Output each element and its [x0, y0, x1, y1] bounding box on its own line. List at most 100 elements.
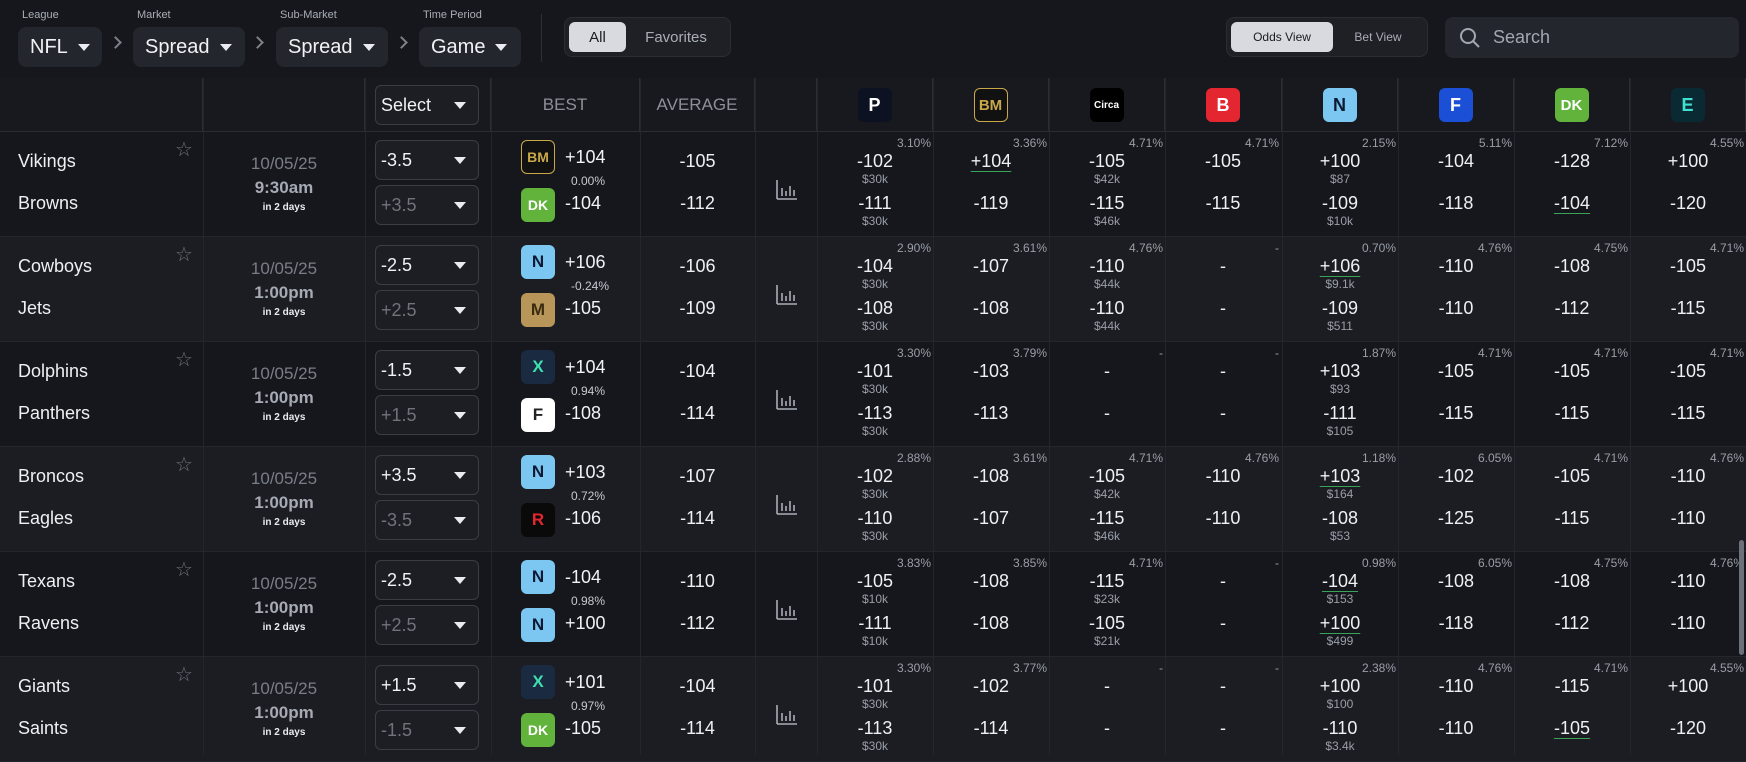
odds-cell-betmgm[interactable]: 3.79% -103 -113 [933, 342, 1049, 447]
tab-all[interactable]: All [569, 22, 626, 52]
spread-1-dropdown[interactable]: +1.5 [375, 665, 479, 705]
xbook-logo-icon[interactable]: X [521, 350, 555, 384]
odds-cell-espnbet[interactable]: 4.76% -110 -110 [1630, 447, 1746, 552]
team-1-name[interactable]: Giants [18, 676, 70, 697]
best-odds-2[interactable]: -104 [565, 193, 601, 214]
team-1-name[interactable]: Dolphins [18, 361, 88, 382]
spread-2-dropdown[interactable]: -1.5 [375, 710, 479, 750]
team-2-name[interactable]: Jets [18, 298, 51, 319]
odds-cell-circa[interactable]: 4.71% -105 $42k -115 $46k [1049, 132, 1165, 237]
odds-cell-fanduel[interactable]: 4.76% -110 -110 [1398, 237, 1514, 342]
team-2-name[interactable]: Saints [18, 718, 68, 739]
odds-cell-novig[interactable]: 2.38% +100 $100 -110 $3.4k [1282, 657, 1398, 762]
search-input[interactable]: Search [1445, 17, 1739, 58]
best-odds-2[interactable]: +100 [565, 613, 606, 634]
book-header-prizepicks[interactable]: P [817, 78, 933, 132]
spread-1-dropdown[interactable]: +3.5 [375, 455, 479, 495]
chart-icon[interactable] [776, 283, 798, 305]
team-1-name[interactable]: Broncos [18, 466, 84, 487]
team-2-name[interactable]: Eagles [18, 508, 73, 529]
spread-2-dropdown[interactable]: +2.5 [375, 290, 479, 330]
header-best[interactable]: BEST [491, 78, 640, 132]
best-odds-2[interactable]: -106 [565, 508, 601, 529]
best-odds-2[interactable]: -108 [565, 403, 601, 424]
tab-bet-view[interactable]: Bet View [1333, 22, 1423, 52]
favorite-star-icon[interactable]: ☆ [175, 662, 193, 687]
favorite-star-icon[interactable]: ☆ [175, 242, 193, 267]
book-header-espnbet[interactable]: E [1630, 78, 1746, 132]
odds-cell-draftkings[interactable]: 4.71% -105 -115 [1514, 342, 1630, 447]
odds-cell-betrivers[interactable]: - - - [1165, 237, 1281, 342]
draftkings-logo-icon[interactable]: DK [521, 713, 555, 747]
sub-market-dropdown[interactable]: Spread [276, 27, 388, 67]
odds-cell-draftkings[interactable]: 7.12% -128 -104 [1514, 132, 1630, 237]
odds-cell-espnbet[interactable]: 4.71% -105 -115 [1630, 342, 1746, 447]
chart-icon[interactable] [776, 388, 798, 410]
odds-cell-betmgm[interactable]: 3.36% +104 -119 [933, 132, 1049, 237]
book-header-betrivers[interactable]: B [1165, 78, 1282, 132]
chart-icon[interactable] [776, 178, 798, 200]
best-odds-1[interactable]: +104 [565, 357, 606, 378]
odds-cell-draftkings[interactable]: 4.75% -108 -112 [1514, 552, 1630, 657]
book-header-fanduel[interactable]: F [1398, 78, 1514, 132]
spread-2-dropdown[interactable]: +2.5 [375, 605, 479, 645]
odds-cell-fanduel[interactable]: 4.76% -110 -110 [1398, 657, 1514, 762]
book-header-circa[interactable]: Circa [1049, 78, 1165, 132]
header-average[interactable]: AVERAGE [640, 78, 755, 132]
betmgm-logo-icon[interactable]: BM [521, 140, 555, 174]
odds-cell-espnbet[interactable]: 4.76% -110 -110 [1630, 552, 1746, 657]
favorite-star-icon[interactable]: ☆ [175, 137, 193, 162]
novig-logo-icon[interactable]: N [521, 560, 555, 594]
whitebook-logo-icon[interactable]: F [521, 398, 555, 432]
spread-1-dropdown[interactable]: -3.5 [375, 140, 479, 180]
xbook-logo-icon[interactable]: X [521, 665, 555, 699]
spread-1-dropdown[interactable]: -2.5 [375, 560, 479, 600]
novig-logo-icon[interactable]: N [521, 245, 555, 279]
book-header-draftkings[interactable]: DK [1514, 78, 1630, 132]
mgmlion-logo-icon[interactable]: M [521, 293, 555, 327]
odds-cell-betrivers[interactable]: - - - [1165, 552, 1281, 657]
odds-cell-espnbet[interactable]: 4.55% +100 -120 [1630, 657, 1746, 762]
team-2-name[interactable]: Ravens [18, 613, 79, 634]
best-odds-1[interactable]: -104 [565, 567, 601, 588]
draftkings-logo-icon[interactable]: DK [521, 188, 555, 222]
team-2-name[interactable]: Panthers [18, 403, 90, 424]
select-dropdown[interactable]: Select [375, 85, 479, 125]
favorite-star-icon[interactable]: ☆ [175, 557, 193, 582]
odds-cell-espnbet[interactable]: 4.71% -105 -115 [1630, 237, 1746, 342]
odds-cell-betmgm[interactable]: 3.61% -108 -107 [933, 447, 1049, 552]
market-dropdown[interactable]: Spread [133, 27, 245, 67]
team-2-name[interactable]: Browns [18, 193, 78, 214]
odds-cell-betrivers[interactable]: - - - [1165, 657, 1281, 762]
odds-cell-fanduel[interactable]: 4.71% -105 -115 [1398, 342, 1514, 447]
odds-cell-espnbet[interactable]: 4.55% +100 -120 [1630, 132, 1746, 237]
team-1-name[interactable]: Cowboys [18, 256, 92, 277]
chart-icon[interactable] [776, 703, 798, 725]
team-1-name[interactable]: Texans [18, 571, 75, 592]
redbook-logo-icon[interactable]: R [521, 503, 555, 537]
best-odds-1[interactable]: +106 [565, 252, 606, 273]
odds-cell-betmgm[interactable]: 3.61% -107 -108 [933, 237, 1049, 342]
odds-cell-fanduel[interactable]: 5.11% -104 -118 [1398, 132, 1514, 237]
novig-logo-icon[interactable]: N [521, 455, 555, 489]
best-odds-1[interactable]: +101 [565, 672, 606, 693]
odds-cell-betmgm[interactable]: 3.77% -102 -114 [933, 657, 1049, 762]
odds-cell-draftkings[interactable]: 4.75% -108 -112 [1514, 237, 1630, 342]
favorite-star-icon[interactable]: ☆ [175, 347, 193, 372]
best-odds-1[interactable]: +104 [565, 147, 606, 168]
novig-logo-icon[interactable]: N [521, 608, 555, 642]
best-odds-2[interactable]: -105 [565, 298, 601, 319]
book-header-novig[interactable]: N [1282, 78, 1398, 132]
odds-cell-circa[interactable]: 4.71% -105 $42k -115 $46k [1049, 447, 1165, 552]
book-header-betmgm[interactable]: BM [933, 78, 1049, 132]
spread-2-dropdown[interactable]: +3.5 [375, 185, 479, 225]
chart-icon[interactable] [776, 493, 798, 515]
time-period-dropdown[interactable]: Game [419, 27, 521, 67]
spread-2-dropdown[interactable]: -3.5 [375, 500, 479, 540]
tab-favorites[interactable]: Favorites [626, 22, 726, 52]
odds-cell-prizepicks[interactable]: 3.10% -102 $30k -111 $30k [817, 132, 933, 237]
odds-cell-novig[interactable]: 2.15% +100 $87 -109 $10k [1282, 132, 1398, 237]
scrollbar[interactable] [1739, 540, 1744, 655]
odds-cell-prizepicks[interactable]: 3.83% -105 $10k -111 $10k [817, 552, 933, 657]
odds-cell-prizepicks[interactable]: 3.30% -101 $30k -113 $30k [817, 657, 933, 762]
